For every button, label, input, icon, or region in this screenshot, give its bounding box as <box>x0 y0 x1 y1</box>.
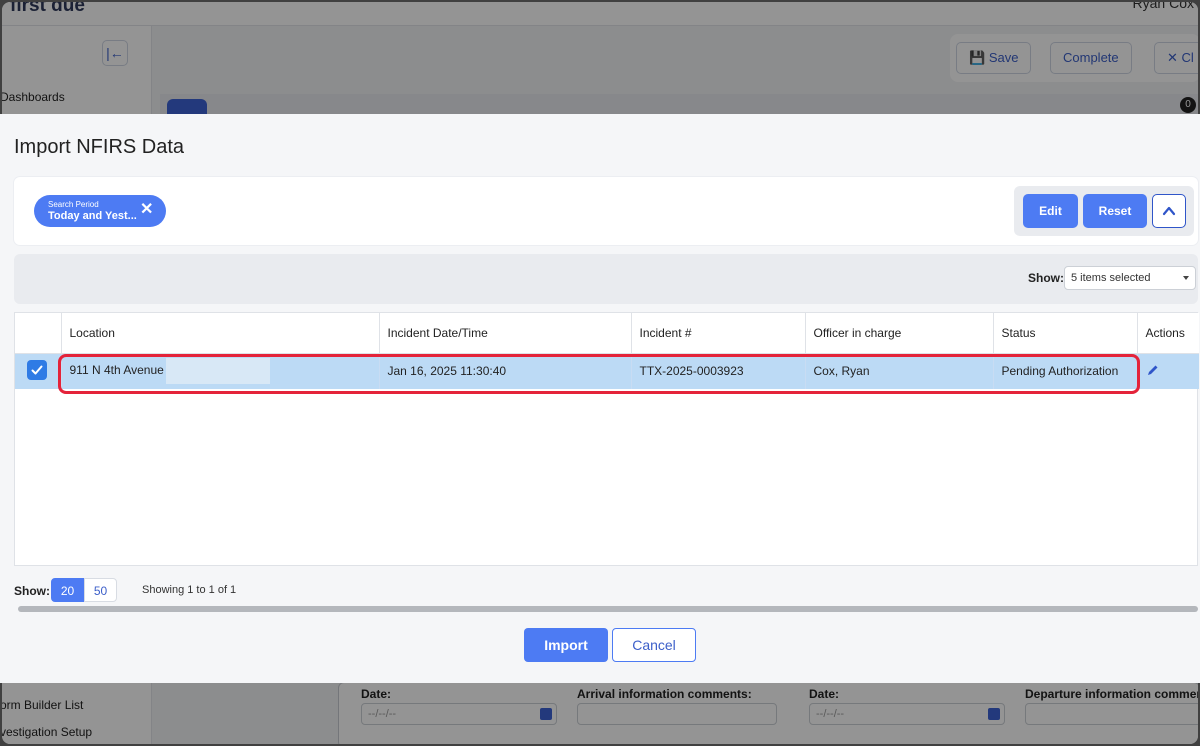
columns-show-label: Show: <box>1028 271 1064 285</box>
columns-bar: Show: 5 items selected <box>14 254 1198 304</box>
import-button[interactable]: Import <box>524 628 608 662</box>
edit-pencil-icon[interactable] <box>1146 363 1160 377</box>
chevron-down-icon <box>1183 276 1189 280</box>
columns-select-value: 5 items selected <box>1071 272 1151 284</box>
status-cell: Pending Authorization <box>993 353 1138 389</box>
actions-cell <box>1137 353 1199 389</box>
select-column-header <box>15 313 62 354</box>
row-select-cell[interactable] <box>15 353 62 389</box>
officer-header[interactable]: Officer in charge <box>805 313 994 354</box>
incidents-table: Location Incident Date/Time Incident # O… <box>14 312 1199 566</box>
incident-datetime-header[interactable]: Incident Date/Time <box>379 313 632 354</box>
reset-button[interactable]: Reset <box>1083 194 1147 228</box>
pagination-summary: Showing 1 to 1 of 1 <box>142 584 237 596</box>
checkmark-icon <box>31 365 43 375</box>
page-size-50[interactable]: 50 <box>84 578 117 602</box>
actions-header: Actions <box>1137 313 1199 354</box>
incident-datetime-cell: Jan 16, 2025 11:30:40 <box>379 353 632 389</box>
cancel-button[interactable]: Cancel <box>612 628 696 662</box>
page-size-label: Show: <box>14 584 50 598</box>
chevron-up-icon <box>1162 206 1176 216</box>
redacted-area <box>165 358 270 385</box>
row-checkbox[interactable] <box>27 359 47 380</box>
page-size-20[interactable]: 20 <box>51 578 84 602</box>
remove-filter-icon[interactable]: ✕ <box>140 201 153 219</box>
status-header[interactable]: Status <box>993 313 1138 354</box>
table-header-row: Location Incident Date/Time Incident # O… <box>15 313 1199 354</box>
chip-caption: Search Period <box>48 200 99 209</box>
officer-cell: Cox, Ryan <box>805 353 994 389</box>
filter-actions: Edit Reset <box>1014 186 1194 236</box>
incident-number-header[interactable]: Incident # <box>631 313 806 354</box>
filter-card: Search Period Today and Yest... ✕ Edit R… <box>14 177 1198 245</box>
location-cell: 911 N 4th Avenue <box>61 353 380 389</box>
search-period-chip[interactable]: Search Period Today and Yest... ✕ <box>34 195 166 227</box>
location-header[interactable]: Location <box>61 313 380 354</box>
horizontal-scrollbar[interactable] <box>18 606 1198 612</box>
collapse-filter-button[interactable] <box>1152 194 1186 228</box>
columns-select[interactable]: 5 items selected <box>1064 266 1196 290</box>
chip-value: Today and Yest... <box>48 210 137 222</box>
import-nfirs-modal: Import NFIRS Data Search Period Today an… <box>0 114 1200 683</box>
edit-button[interactable]: Edit <box>1023 194 1078 228</box>
table-row[interactable]: 911 N 4th Avenue Jan 16, 2025 11:30:40 T… <box>15 353 1199 389</box>
incident-number-cell: TTX-2025-0003923 <box>631 353 806 389</box>
location-text: 911 N 4th Avenue <box>69 363 164 378</box>
modal-title: Import NFIRS Data <box>14 136 185 158</box>
